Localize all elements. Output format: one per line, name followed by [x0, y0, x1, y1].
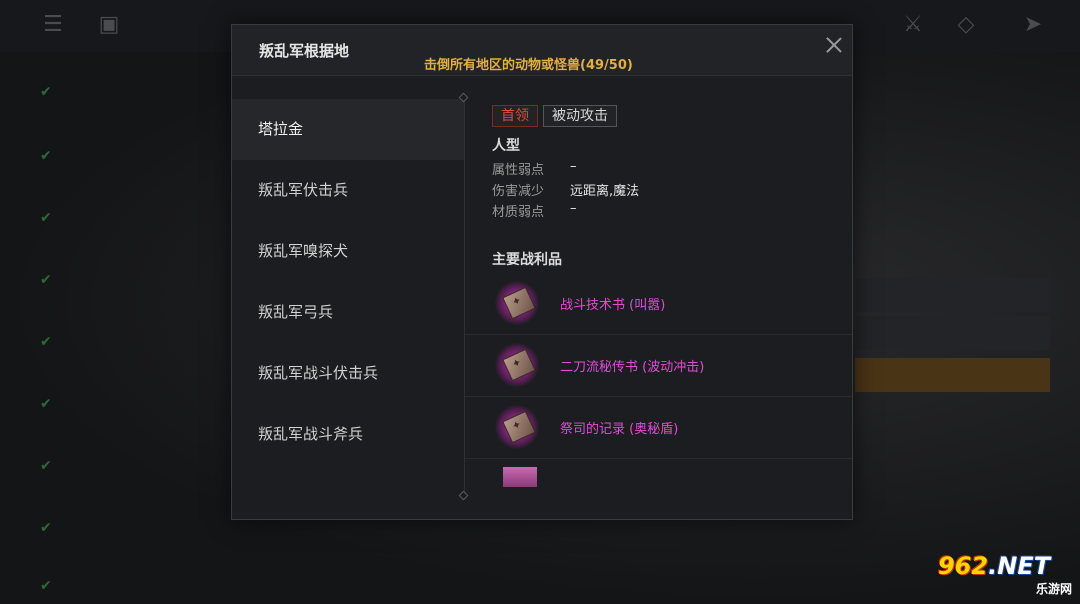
loot-name: 祭司的记录 (奥秘盾): [560, 422, 679, 437]
check-icon: ✔: [40, 334, 52, 350]
background-sidebar: ✔ ✔ ✔ ✔ ✔ ✔ ✔ ✔ ✔: [0, 60, 210, 604]
divider-ornament: [458, 490, 469, 501]
enemy-detail: 首领 被动攻击 人型 属性弱点 – 伤害减少 远距离,魔法 材质弱点 – 主要战…: [465, 99, 852, 491]
background-right-panel: [855, 200, 1055, 400]
boss-tag: 首领: [492, 105, 538, 127]
loot-item[interactable]: 祭司的记录 (奥秘盾): [465, 397, 852, 459]
navigate-icon: ➤: [1023, 12, 1043, 37]
attribute-value: 远距离,魔法: [570, 184, 640, 199]
watermark-subtitle: 乐游网: [1035, 582, 1072, 596]
check-icon: ✔: [40, 396, 52, 412]
modal-title: 叛乱军根据地: [259, 42, 350, 60]
attribute-row: 材质弱点 –: [492, 201, 577, 220]
loot-item[interactable]: 战斗技术书 (叫嚣): [465, 273, 852, 335]
loot-item-partial[interactable]: [465, 467, 852, 491]
watermark-logo: 962.NET: [938, 552, 1051, 580]
attribute-row: 伤害减少 远距离,魔法: [492, 180, 639, 199]
enemy-list-item[interactable]: 叛乱军战斗伏击兵: [232, 343, 464, 404]
attribute-key: 伤害减少: [492, 184, 545, 199]
enemy-list-item[interactable]: 叛乱军伏击兵: [232, 160, 464, 221]
background-row: [855, 358, 1050, 392]
attribute-value: –: [570, 159, 577, 174]
enemy-list-item[interactable]: 叛乱军战斗斧兵: [232, 404, 464, 465]
check-icon: ✔: [40, 520, 52, 536]
book-icon: [495, 405, 539, 449]
check-icon: ✔: [40, 84, 52, 100]
check-icon: ✔: [40, 210, 52, 226]
enemy-list: 塔拉金 叛乱军伏击兵 叛乱军嗅探犬 叛乱军弓兵 叛乱军战斗伏击兵 叛乱军战斗斧兵: [232, 99, 464, 491]
check-icon: ✔: [40, 148, 52, 164]
site-watermark: 962.NET 乐游网: [938, 552, 1076, 598]
check-icon: ✔: [40, 458, 52, 474]
attribute-value: –: [570, 201, 577, 216]
loot-name: 战斗技术书 (叫嚣): [560, 298, 666, 313]
loot-title: 主要战利品: [492, 252, 562, 268]
background-row: [855, 278, 1050, 312]
diamond-icon: ◇: [957, 12, 975, 37]
loot-name: 二刀流秘传书 (波动冲击): [560, 360, 705, 375]
attribute-key: 属性弱点: [492, 163, 545, 178]
tag-row: 首领 被动攻击: [492, 105, 617, 127]
check-icon: ✔: [40, 272, 52, 288]
quest-progress: 击倒所有地区的动物或怪兽(49/50): [424, 58, 633, 73]
check-icon: ✔: [40, 578, 52, 594]
sword-icon: ⚔: [903, 12, 923, 37]
menu-icon: ☰: [43, 12, 63, 37]
close-button[interactable]: [823, 34, 845, 56]
background-row: [855, 316, 1050, 350]
enemy-list-item[interactable]: 叛乱军嗅探犬: [232, 221, 464, 282]
modal-header: 叛乱军根据地 击倒所有地区的动物或怪兽(49/50): [232, 25, 852, 76]
aggression-tag: 被动攻击: [543, 105, 617, 127]
enemy-list-item[interactable]: 叛乱军弓兵: [232, 282, 464, 343]
book-icon: [495, 343, 539, 387]
map-icon: ▣: [98, 12, 120, 37]
enemy-type: 人型: [492, 138, 520, 154]
book-icon: [495, 281, 539, 325]
scroll-icon: [503, 467, 537, 487]
bestiary-modal: 叛乱军根据地 击倒所有地区的动物或怪兽(49/50) 塔拉金 叛乱军伏击兵 叛乱…: [231, 24, 853, 520]
enemy-list-item[interactable]: 塔拉金: [232, 99, 464, 160]
attribute-key: 材质弱点: [492, 205, 545, 220]
attribute-row: 属性弱点 –: [492, 159, 577, 178]
loot-item[interactable]: 二刀流秘传书 (波动冲击): [465, 335, 852, 397]
